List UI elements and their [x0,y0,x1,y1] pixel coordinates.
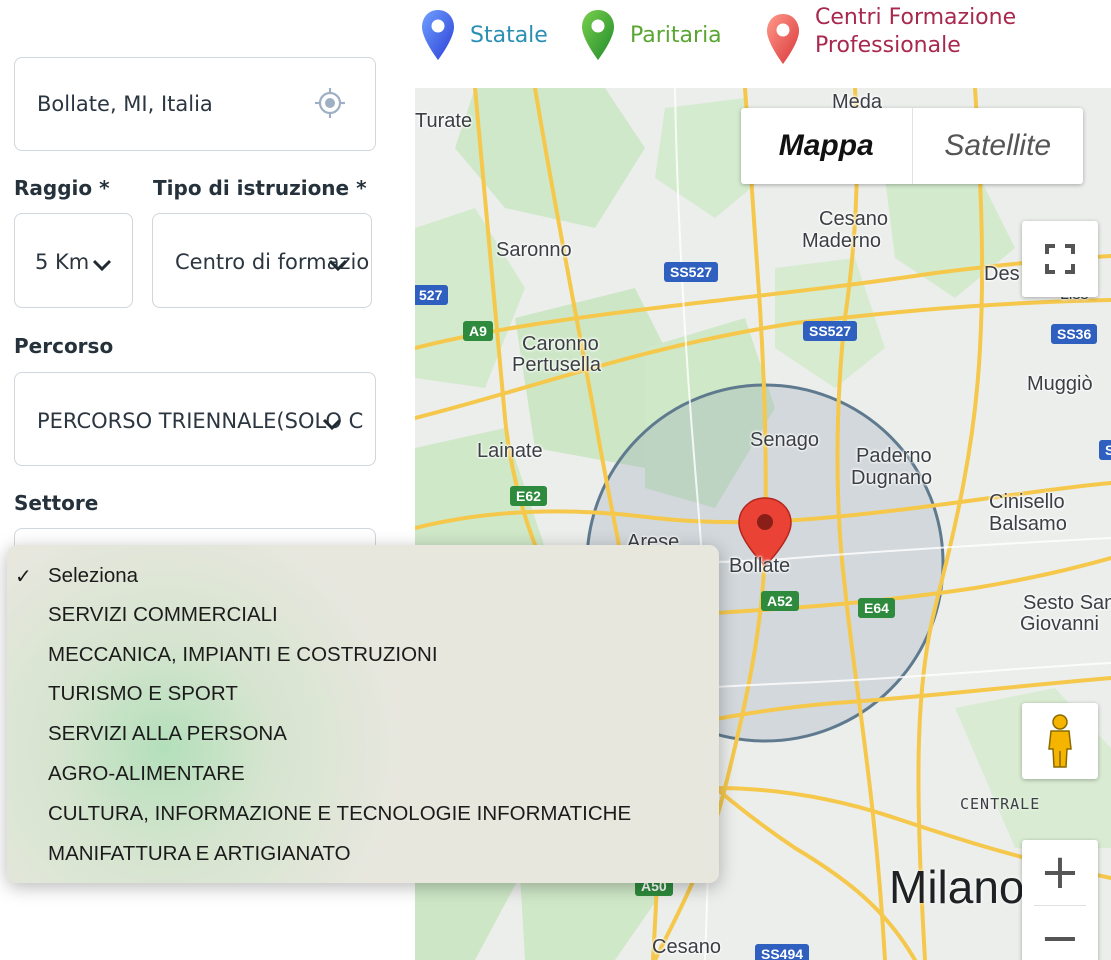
settore-option[interactable]: MANIFATTURA E ARTIGIANATO [48,842,351,866]
road-shield-a9: A9 [463,321,493,341]
road-shield-e62: E62 [510,486,547,506]
checkmark-icon: ✓ [15,566,32,588]
settore-option-label: SERVIZI COMMERCIALI [48,603,278,626]
tipo-istruzione-label: Tipo di istruzione * [153,176,367,200]
place-cesano-maderno-2: Maderno [802,230,881,252]
place-desio: Des [984,263,1020,285]
place-paderno-2: Dugnano [851,467,933,489]
red-pin-icon [767,14,799,64]
map-type-control: Mappa Satellite [741,108,1083,184]
place-paderno-1: Paderno [856,445,932,467]
settore-label: Settore [14,491,99,515]
place-cinisello-1: Cinisello [989,491,1065,513]
settore-option[interactable]: ✓ Seleziona [15,564,139,588]
geolocate-icon[interactable] [313,86,347,120]
settore-option[interactable]: AGRO-ALIMENTARE [48,762,245,786]
legend-cfp-line1: Centri Formazione [815,5,1017,30]
place-cesano-maderno-1: Cesano [819,208,888,230]
map-type-satellite-button[interactable]: Satellite [911,108,1084,184]
road-shield-a52: A52 [761,591,799,611]
settore-option-label: MANIFATTURA E ARTIGIANATO [48,842,351,865]
road-shield-ss494: SS494 [755,944,810,960]
place-milano: Milano [889,861,1025,913]
road-shield-ss36: SS36 [1051,324,1098,344]
settore-option[interactable]: TURISMO E SPORT [48,682,238,706]
settore-option-label: SERVIZI ALLA PERSONA [48,722,287,745]
place-senago: Senago [750,429,819,451]
legend-paritaria: Paritaria [580,8,722,64]
settore-option[interactable]: SERVIZI COMMERCIALI [48,603,278,627]
fullscreen-button[interactable] [1022,221,1098,297]
road-shield-ss527-b: SS527 [803,321,858,341]
map-type-mappa-button[interactable]: Mappa [741,108,912,184]
legend-statale: Statale [420,8,548,64]
place-saronno: Saronno [496,239,572,261]
legend-paritaria-label: Paritaria [630,23,722,48]
place-cesano-boscone: Cesano [652,936,721,958]
settore-option-label: AGRO-ALIMENTARE [48,762,245,785]
zoom-out-button[interactable]: − [1022,905,1098,960]
place-sesto-1: Sesto San [1023,592,1111,614]
legend-cfp-label: Centri Formazione Professionale [815,4,1055,60]
legend-statale-label: Statale [470,23,548,48]
settore-dropdown-menu: ✓ Seleziona SERVIZI COMMERCIALI MECCANIC… [7,545,719,883]
road-shield-s: S [1099,440,1111,460]
place-centrale: CENTRALE [960,795,1041,813]
pegman-icon [1048,714,1072,768]
place-turate: Turate [415,110,473,132]
map-legend: Statale Paritaria Centri Formazione Prof… [415,0,1111,80]
place-cinisello-2: Balsamo [989,513,1067,535]
legend-cfp-line2: Professionale [815,33,961,58]
settore-option-label: CULTURA, INFORMAZIONE E TECNOLOGIE INFOR… [48,802,632,825]
place-caronno-2: Pertusella [512,354,601,376]
blue-pin-icon [422,10,454,60]
zoom-control: + − [1022,840,1098,960]
percorso-label: Percorso [14,334,114,358]
settore-option-label: MECCANICA, IMPIANTI E COSTRUZIONI [48,643,438,666]
settore-option-label: Seleziona [48,564,139,587]
legend-cfp: Centri Formazione Professionale [765,4,1055,68]
road-shield-ss527: SS527 [664,262,719,282]
place-lainate: Lainate [477,440,543,462]
raggio-select[interactable]: 5 Km [14,213,133,308]
place-sesto-2: Giovanni [1020,613,1099,635]
street-view-button[interactable] [1022,703,1098,779]
chevron-down-icon [92,259,112,272]
settore-option[interactable]: CULTURA, INFORMAZIONE E TECNOLOGIE INFOR… [48,802,631,826]
road-shield-527: 527 [415,285,449,305]
settore-option-label: TURISMO E SPORT [48,682,238,705]
chevron-down-icon [322,418,342,431]
location-input[interactable]: Bollate, MI, Italia [14,57,376,151]
location-value: Bollate, MI, Italia [37,92,213,116]
place-caronno-1: Caronno [522,333,599,355]
settore-option[interactable]: MECCANICA, IMPIANTI E COSTRUZIONI [48,643,438,667]
raggio-label: Raggio * [14,176,110,200]
zoom-in-button[interactable]: + [1022,840,1098,905]
chevron-down-icon [328,259,348,272]
place-bollate: Bollate [729,555,791,577]
fullscreen-icon [1045,244,1075,274]
place-muggio: Muggiò [1027,373,1093,395]
green-pin-icon [582,10,614,60]
percorso-select[interactable]: PERCORSO TRIENNALE(SOLO C [14,372,376,466]
settore-option[interactable]: SERVIZI ALLA PERSONA [48,722,287,746]
tipo-istruzione-select[interactable]: Centro di formazione [152,213,372,308]
road-shield-e64: E64 [858,598,895,618]
